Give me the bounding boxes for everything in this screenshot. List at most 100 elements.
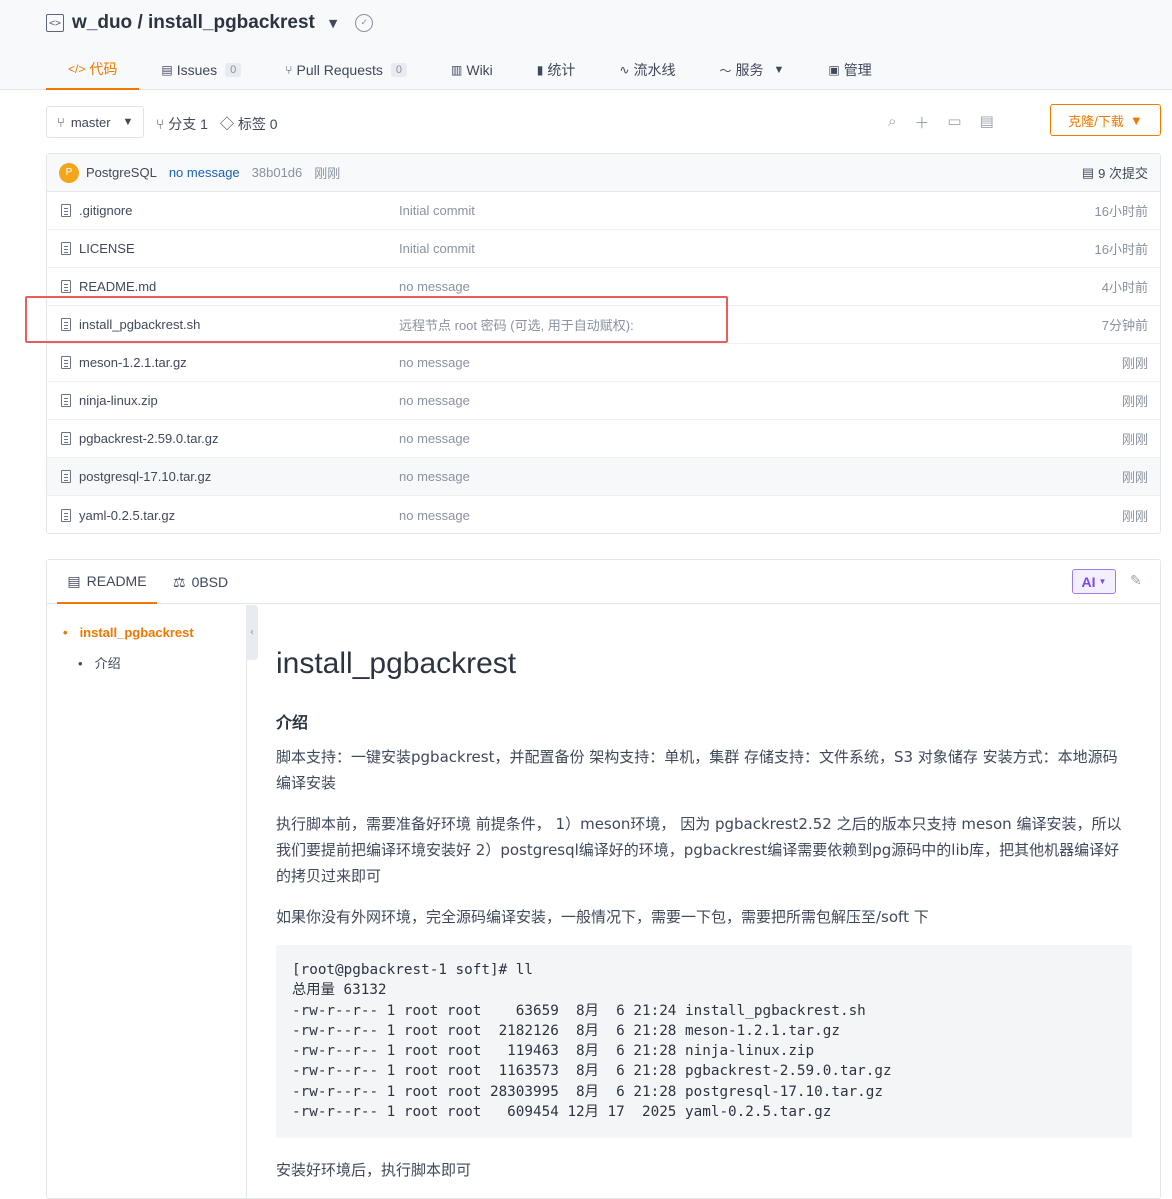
file-name[interactable]: install_pgbackrest.sh [79, 317, 200, 332]
tab-services[interactable]: 〜服务 ▼ [697, 50, 806, 90]
file-name[interactable]: meson-1.2.1.tar.gz [79, 355, 187, 370]
commit-time: 刚刚 [314, 166, 341, 181]
avatar[interactable]: P [59, 162, 79, 183]
readme-paragraph: 安装好环境后，执行脚本即可 [276, 1161, 472, 1179]
latest-commit-bar: P PostgreSQL no message 38b01d6 刚刚 ▤ 9 次提… [47, 154, 1160, 192]
tab-manage[interactable]: ▣ 管理 [806, 50, 893, 90]
tab-readme[interactable]: ▤ README [57, 560, 157, 604]
file-row[interactable]: .gitignore Initial commit 16小时前 [47, 192, 1160, 230]
tab-label: Pull Requests [296, 62, 383, 78]
tab-pull-requests[interactable]: ⑂ Pull Requests 0 [263, 50, 429, 90]
tab-stats[interactable]: ▮ 统计 [515, 50, 598, 90]
tab-label: 服务 [735, 62, 764, 78]
tag-icon: ◇ [219, 116, 238, 132]
file-tools: ⌕ ＋ ▭ ▤ [888, 112, 994, 133]
wiki-icon: ▥ [451, 63, 463, 77]
branch-count-icon: ⑂ [156, 116, 169, 132]
readme-icon: ▤ [67, 572, 81, 589]
file-commit-message[interactable]: no message [399, 393, 470, 408]
repo-tabs: </> 代码 ▤ Issues 0 ⑂ Pull Requests 0 ▥ Wiki ▮ 统计… [46, 50, 894, 90]
file-icon [61, 356, 71, 369]
issue-icon: ▤ [161, 63, 173, 77]
readme-title: install_pgbackrest [276, 647, 517, 680]
file-commit-message[interactable]: no message [399, 469, 470, 484]
file-commit-message[interactable]: no message [399, 508, 470, 523]
file-name[interactable]: .gitignore [79, 203, 132, 218]
file-time: 刚刚 [1121, 356, 1148, 371]
file-commit-message[interactable]: Initial commit [399, 203, 475, 218]
ai-label: AI [1081, 573, 1096, 590]
file-time: 刚刚 [1121, 470, 1148, 485]
file-icon [61, 280, 71, 293]
comment-icon[interactable]: ▤ [980, 112, 994, 133]
file-name[interactable]: ninja-linux.zip [79, 393, 158, 408]
tab-issues[interactable]: ▤ Issues 0 [139, 50, 263, 90]
file-commit-message[interactable]: no message [399, 279, 470, 294]
badge-icon[interactable]: ✓ [355, 14, 374, 32]
file-row[interactable]: ninja-linux.zip no message 刚刚 [47, 382, 1160, 420]
toc-item[interactable]: 介绍 [78, 653, 121, 672]
commit-author[interactable]: PostgreSQL [86, 165, 157, 180]
count-badge: 0 [225, 63, 242, 77]
ai-button[interactable]: AI ▼ [1072, 569, 1116, 594]
toc-item[interactable]: install_pgbackrest [63, 625, 194, 640]
file-list: P PostgreSQL no message 38b01d6 刚刚 ▤ 9 次提… [46, 153, 1161, 534]
clone-download-button[interactable]: 克隆/下载 ▼ [1050, 104, 1161, 136]
branch-select[interactable]: ⑂ master ▼ [46, 106, 145, 138]
file-row[interactable]: yaml-0.2.5.tar.gz no message 刚刚 [47, 496, 1160, 533]
monitor-icon[interactable]: ▭ [947, 112, 961, 133]
chevron-down-icon: ▼ [122, 116, 134, 128]
file-row[interactable]: README.md no message 4小时前 [47, 268, 1160, 306]
tab-code[interactable]: </> 代码 [46, 50, 140, 90]
chevron-down-icon[interactable]: ▼ [329, 17, 337, 30]
file-row[interactable]: install_pgbackrest.sh 远程节点 root 密码 (可选, 用… [47, 306, 1160, 344]
repo-icon: <> [46, 14, 64, 32]
file-commit-message[interactable]: 远程节点 root 密码 (可选, 用于自动赋权): [399, 315, 634, 334]
tab-pipeline[interactable]: ∿ 流水线 [597, 50, 697, 90]
file-commit-message[interactable]: no message [399, 431, 470, 446]
branch-icon: ⑂ [57, 114, 65, 130]
file-name[interactable]: pgbackrest-2.59.0.tar.gz [79, 431, 218, 446]
tags-label: 标签 0 [237, 116, 278, 132]
file-row[interactable]: postgresql-17.10.tar.gz no message 刚刚 [47, 458, 1160, 496]
search-icon[interactable]: ⌕ [888, 112, 896, 133]
file-commit-message[interactable]: Initial commit [399, 241, 475, 256]
file-row[interactable]: meson-1.2.1.tar.gz no message 刚刚 [47, 344, 1160, 382]
file-icon [61, 470, 71, 483]
tab-label: 流水线 [633, 62, 676, 78]
file-commit-message[interactable]: no message [399, 355, 470, 370]
clone-label: 克隆/下载 [1068, 113, 1124, 129]
file-row[interactable]: pgbackrest-2.59.0.tar.gz no message 刚刚 [47, 420, 1160, 458]
readme-paragraph: 执行脚本前，需要准备好环境 前提条件， 1）meson环境， 因为 pgback… [276, 815, 1122, 885]
file-name[interactable]: LICENSE [79, 241, 135, 256]
toc-collapse-handle[interactable]: ‹ [246, 605, 258, 660]
commit-message[interactable]: no message [169, 165, 240, 180]
tab-license[interactable]: ⚖ 0BSD [173, 560, 228, 604]
commits-icon: ▤ [1081, 164, 1095, 180]
chevron-down-icon: ▼ [1129, 112, 1143, 128]
file-name[interactable]: postgresql-17.10.tar.gz [79, 469, 211, 484]
file-icon [61, 204, 71, 217]
branches-label: 分支 1 [168, 116, 208, 132]
scale-icon: ⚖ [173, 573, 186, 590]
repo-toolbar: ⑂ master ▼ ⑂ 分支 1 ◇ 标签 0 ⌕ ＋ ▭ ▤ 克隆/下载 ▼ [46, 104, 1161, 138]
branches-link[interactable]: ⑂ 分支 1 [156, 114, 208, 134]
file-icon [61, 318, 71, 331]
tab-readme-label: README [86, 573, 147, 589]
edit-icon[interactable]: ✎ [1130, 573, 1142, 589]
file-name[interactable]: README.md [79, 279, 156, 294]
tags-link[interactable]: ◇ 标签 0 [220, 114, 278, 134]
plus-icon[interactable]: ＋ [914, 112, 929, 133]
branch-meta: ⑂ 分支 1 ◇ 标签 0 [156, 114, 278, 134]
tab-wiki[interactable]: ▥ Wiki [429, 50, 515, 90]
file-row[interactable]: LICENSE Initial commit 16小时前 [47, 230, 1160, 268]
repo-header: <> w_duo / install_pgbackrest ▼ ✓ </> 代码 … [0, 0, 1172, 90]
repo-title-group: <> w_duo / install_pgbackrest ▼ ✓ [46, 12, 374, 34]
file-name[interactable]: yaml-0.2.5.tar.gz [79, 508, 175, 523]
commit-count-link[interactable]: ▤ 9 次提交 [1082, 163, 1148, 182]
file-time: 7分钟前 [1101, 318, 1148, 333]
commit-sha[interactable]: 38b01d6 [252, 165, 303, 180]
chart-icon: ▮ [536, 63, 544, 77]
repo-name[interactable]: w_duo / install_pgbackrest [72, 12, 315, 34]
chevron-down-icon: ▼ [773, 64, 785, 76]
